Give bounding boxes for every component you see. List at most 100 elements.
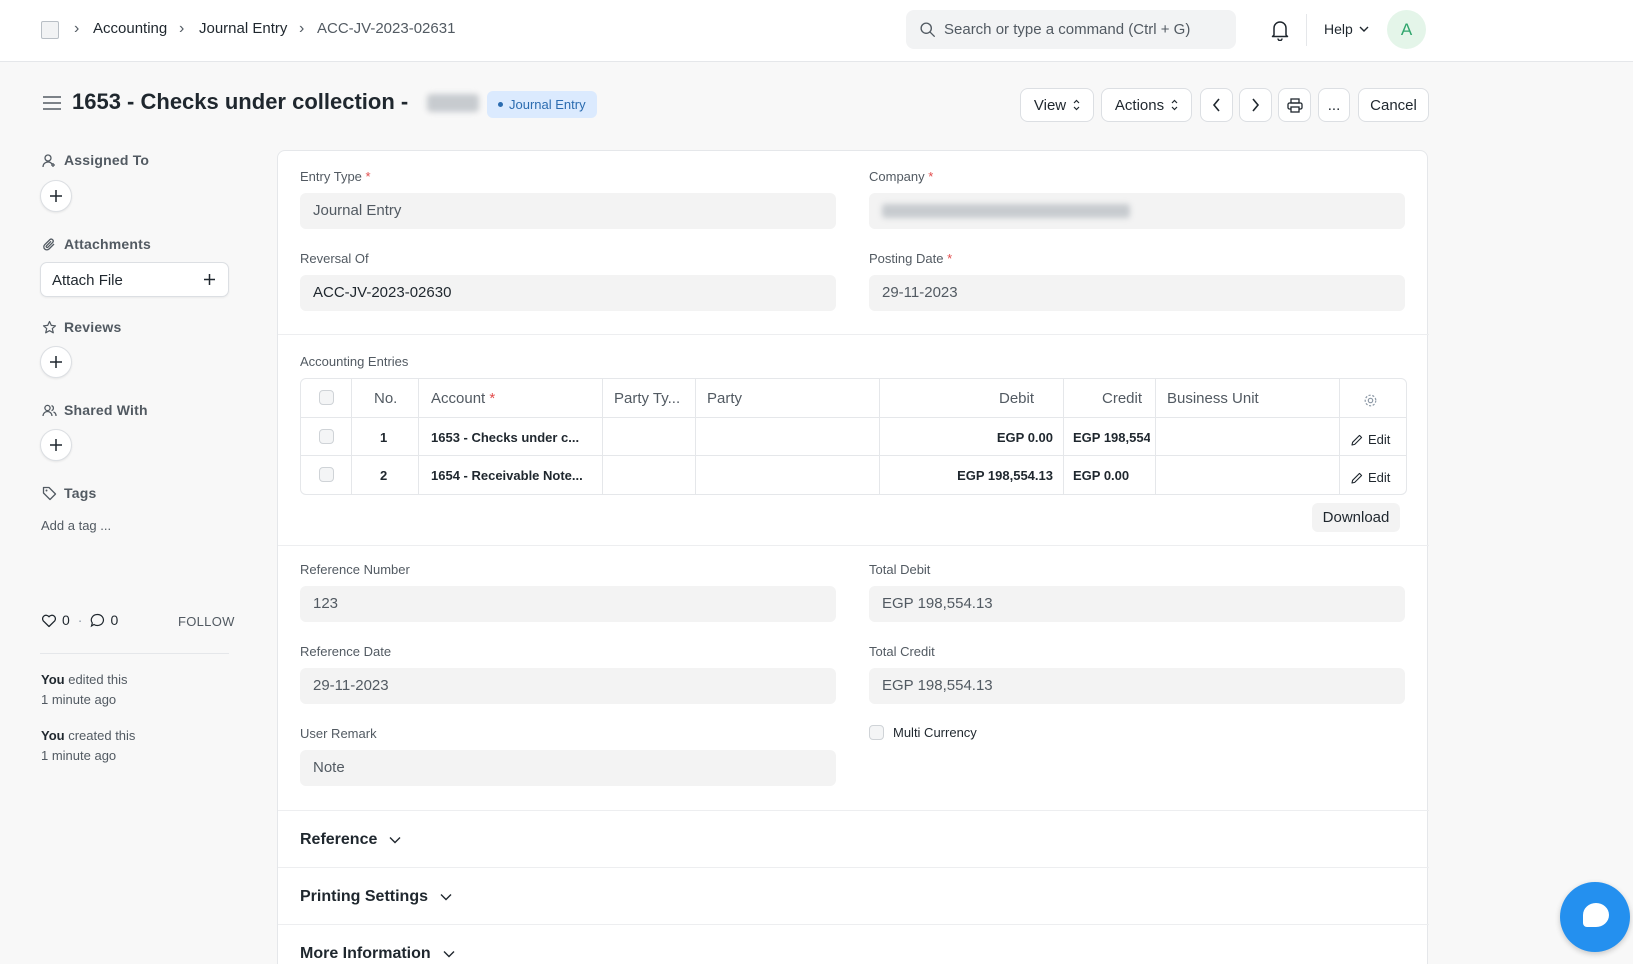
- status-badge-label: Journal Entry: [509, 97, 586, 112]
- search-bar[interactable]: Search or type a command (Ctrl + G): [906, 10, 1236, 49]
- comments-count: 0: [110, 612, 119, 628]
- company-label: Company *: [869, 169, 934, 184]
- breadcrumb-journal-entry[interactable]: Journal Entry: [199, 20, 287, 37]
- user-assign-icon: [42, 153, 55, 167]
- help-menu[interactable]: Help: [1324, 21, 1353, 37]
- posting-date-label: Posting Date *: [869, 251, 953, 266]
- comment-icon[interactable]: [90, 613, 105, 628]
- row-credit[interactable]: EGP 198,554.13: [1073, 430, 1150, 445]
- row-credit[interactable]: EGP 0.00: [1073, 468, 1150, 483]
- add-tag-link[interactable]: Add a tag ...: [41, 518, 111, 533]
- row-checkbox[interactable]: [319, 429, 334, 444]
- activity-action: created this: [68, 728, 136, 743]
- attach-file-button[interactable]: Attach File: [40, 262, 229, 297]
- cancel-button[interactable]: Cancel: [1358, 88, 1429, 122]
- section-title: Printing Settings: [300, 888, 428, 905]
- more-options-button[interactable]: ...: [1318, 88, 1350, 122]
- column-header-no[interactable]: No.: [374, 390, 397, 407]
- column-header-party[interactable]: Party: [707, 390, 742, 407]
- entry-type-select[interactable]: Journal Entry: [300, 193, 836, 229]
- add-share-button[interactable]: [40, 429, 72, 461]
- redacted-company: [882, 204, 1130, 218]
- multi-currency-checkbox[interactable]: [869, 725, 884, 740]
- grid-row-line: [301, 455, 1406, 456]
- shared-with-label: Shared With: [42, 402, 148, 418]
- shared-with-text: Shared With: [64, 402, 148, 418]
- redacted-title-part: [427, 94, 479, 112]
- reversal-of-label: Reversal Of: [300, 251, 369, 266]
- activity-time: 1 minute ago: [41, 748, 117, 763]
- accounting-entries-table: No. Account * Party Ty... Party Debit Cr…: [300, 378, 1407, 495]
- chevron-down-icon[interactable]: [1359, 25, 1369, 33]
- assigned-to-text: Assigned To: [64, 152, 150, 168]
- pencil-icon: [1351, 434, 1363, 446]
- reversal-of-field[interactable]: ACC-JV-2023-02630: [300, 275, 836, 311]
- row-edit-button[interactable]: Edit: [1351, 432, 1390, 447]
- row-account[interactable]: 1653 - Checks under c...: [431, 430, 597, 445]
- user-remark-field[interactable]: Note: [300, 750, 836, 786]
- row-debit[interactable]: EGP 198,554.13: [879, 468, 1053, 483]
- multi-currency-label: Multi Currency: [893, 725, 977, 740]
- chevron-right-icon: ›: [179, 20, 185, 37]
- row-debit[interactable]: EGP 0.00: [879, 430, 1053, 445]
- sort-updown-icon: [1073, 99, 1080, 111]
- section-printing-settings-toggle[interactable]: Printing Settings: [300, 888, 452, 906]
- company-field[interactable]: [869, 193, 1405, 229]
- tag-icon: [42, 486, 57, 500]
- chat-widget-button[interactable]: [1560, 882, 1630, 952]
- app-logo[interactable]: [41, 21, 59, 39]
- column-header-party-type[interactable]: Party Ty...: [614, 390, 680, 407]
- follow-button[interactable]: FOLLOW: [178, 614, 235, 629]
- reference-date-field[interactable]: 29-11-2023: [300, 668, 836, 704]
- activity-user: You: [41, 728, 65, 743]
- users-icon: [42, 404, 57, 416]
- view-button[interactable]: View: [1020, 88, 1094, 122]
- section-divider: [278, 334, 1429, 335]
- likes-count: 0: [62, 612, 70, 628]
- posting-date-field[interactable]: 29-11-2023: [869, 275, 1405, 311]
- reference-number-field[interactable]: 123: [300, 586, 836, 622]
- grid-col-line: [351, 379, 352, 494]
- plus-icon: [50, 356, 62, 368]
- section-reference-toggle[interactable]: Reference: [300, 831, 401, 849]
- row-checkbox[interactable]: [319, 467, 334, 482]
- notification-bell-icon[interactable]: [1270, 19, 1290, 41]
- sidebar-divider: [40, 653, 229, 654]
- chevron-left-icon: [1212, 98, 1220, 112]
- add-assignee-button[interactable]: [40, 180, 72, 212]
- chevron-down-icon: [440, 894, 452, 901]
- row-account[interactable]: 1654 - Receivable Note...: [431, 468, 597, 483]
- download-button[interactable]: Download: [1312, 503, 1400, 532]
- add-review-button[interactable]: [40, 346, 72, 378]
- actions-button[interactable]: Actions: [1101, 88, 1192, 122]
- next-doc-button[interactable]: [1239, 88, 1272, 122]
- star-icon: [42, 320, 57, 333]
- sidebar-toggle-icon[interactable]: [43, 96, 61, 110]
- column-header-credit[interactable]: Credit: [1102, 390, 1142, 407]
- total-credit-field: EGP 198,554.13: [869, 668, 1405, 704]
- section-more-information-toggle[interactable]: More Information: [300, 945, 455, 963]
- column-header-account[interactable]: Account *: [431, 390, 495, 407]
- row-number: 2: [380, 468, 388, 483]
- tags-label: Tags: [42, 485, 96, 501]
- heart-icon[interactable]: [41, 613, 57, 628]
- reference-date-label: Reference Date: [300, 644, 392, 659]
- breadcrumb-accounting[interactable]: Accounting: [93, 20, 167, 37]
- gear-icon[interactable]: [1363, 393, 1378, 408]
- previous-doc-button[interactable]: [1200, 88, 1233, 122]
- chat-bubble-icon: [1583, 903, 1609, 927]
- print-button[interactable]: [1278, 88, 1311, 122]
- navbar: › Accounting › Journal Entry › ACC-JV-20…: [0, 0, 1633, 62]
- total-credit-label: Total Credit: [869, 644, 935, 659]
- multi-currency-toggle[interactable]: Multi Currency: [869, 725, 977, 740]
- activity-item: You created this 1 minute ago: [41, 726, 135, 766]
- column-header-business-unit[interactable]: Business Unit: [1167, 390, 1259, 407]
- activity-time: 1 minute ago: [41, 692, 117, 707]
- row-edit-button[interactable]: Edit: [1351, 470, 1390, 485]
- breadcrumb-current[interactable]: ACC-JV-2023-02631: [317, 20, 455, 37]
- user-avatar[interactable]: A: [1387, 10, 1426, 49]
- select-all-checkbox[interactable]: [319, 390, 334, 405]
- attachments-label: Attachments: [42, 236, 151, 252]
- activity-user: You: [41, 672, 65, 687]
- column-header-debit[interactable]: Debit: [999, 390, 1034, 407]
